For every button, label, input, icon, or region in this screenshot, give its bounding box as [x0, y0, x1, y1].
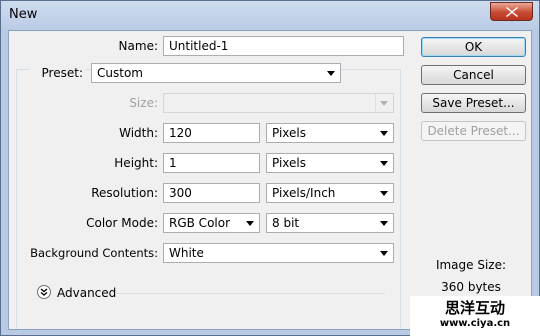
- image-size-value: 360 bytes: [441, 280, 501, 294]
- height-label: Height:: [114, 156, 158, 170]
- ok-button[interactable]: OK: [421, 37, 526, 57]
- chevron-down-icon: [380, 221, 388, 226]
- background-contents-value: White: [169, 246, 204, 260]
- chevron-down-icon: [380, 131, 388, 136]
- background-contents-label: Background Contents:: [30, 246, 158, 260]
- cancel-button[interactable]: Cancel: [421, 65, 526, 85]
- image-size-label: Image Size:: [435, 258, 507, 272]
- window-title: New: [9, 7, 38, 22]
- dialog-window: New Name: Untitled-1 Preset: Custom Size…: [0, 0, 540, 336]
- title-bar[interactable]: New: [1, 1, 539, 29]
- preset-value: Custom: [97, 66, 143, 80]
- dialog-content: Name: Untitled-1 Preset: Custom Size: Wi…: [8, 30, 532, 330]
- close-icon: [506, 7, 518, 17]
- resolution-unit-dropdown[interactable]: Pixels/Inch: [266, 183, 394, 203]
- size-label: Size:: [129, 96, 158, 110]
- save-preset-button[interactable]: Save Preset...: [421, 93, 526, 113]
- size-dropdown[interactable]: [163, 93, 394, 113]
- color-mode-value: RGB Color: [169, 216, 231, 230]
- color-mode-dropdown[interactable]: RGB Color: [163, 213, 260, 233]
- height-field[interactable]: 1: [163, 153, 260, 173]
- watermark-url: www.ciya.cn: [439, 318, 511, 329]
- bit-depth-dropdown[interactable]: 8 bit: [266, 213, 394, 233]
- close-button[interactable]: [490, 2, 533, 21]
- advanced-toggle[interactable]: Advanced: [57, 286, 116, 300]
- background-contents-dropdown[interactable]: White: [163, 243, 394, 263]
- chevron-down-icon: [246, 221, 254, 226]
- double-chevron-down-icon[interactable]: [37, 285, 51, 299]
- name-field[interactable]: Untitled-1: [163, 36, 404, 56]
- width-label: Width:: [119, 126, 158, 140]
- advanced-divider: [115, 293, 385, 294]
- watermark-text: 思洋互动: [444, 299, 505, 317]
- chevron-down-icon: [380, 101, 388, 106]
- height-unit-dropdown[interactable]: Pixels: [266, 153, 394, 173]
- resolution-field[interactable]: 300: [163, 183, 260, 203]
- width-unit-dropdown[interactable]: Pixels: [266, 123, 394, 143]
- preset-dropdown[interactable]: Custom: [91, 63, 341, 83]
- bit-depth-value: 8 bit: [272, 216, 300, 230]
- color-mode-label: Color Mode:: [86, 216, 158, 230]
- width-unit-value: Pixels: [272, 126, 307, 140]
- chevron-down-icon: [380, 251, 388, 256]
- height-unit-value: Pixels: [272, 156, 307, 170]
- watermark: 思洋互动 www.ciya.cn: [410, 296, 540, 336]
- chevron-down-icon: [327, 71, 335, 76]
- chevron-down-icon: [380, 161, 388, 166]
- name-label: Name:: [118, 39, 158, 53]
- preset-label: Preset:: [29, 66, 85, 80]
- resolution-label: Resolution:: [91, 186, 158, 200]
- width-field[interactable]: 120: [163, 123, 260, 143]
- resolution-unit-value: Pixels/Inch: [272, 186, 336, 200]
- chevron-down-icon: [380, 191, 388, 196]
- delete-preset-button[interactable]: Delete Preset...: [421, 121, 526, 141]
